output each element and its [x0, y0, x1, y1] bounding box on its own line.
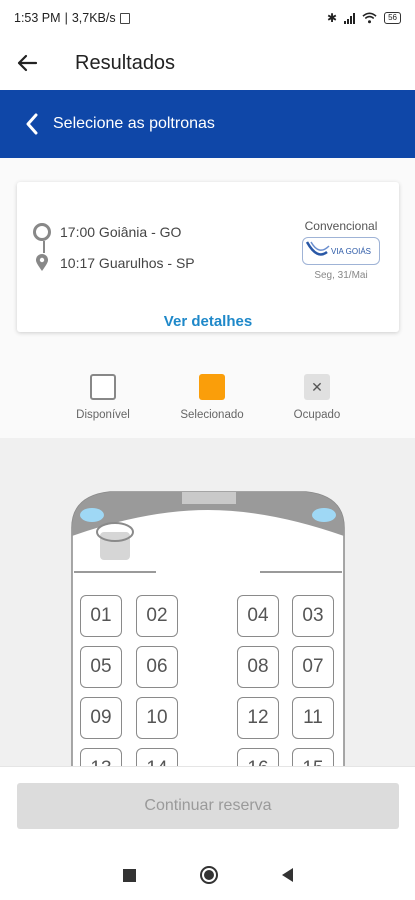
page-title: Resultados — [75, 51, 176, 74]
seat-06[interactable]: 06 — [136, 646, 178, 688]
status-network-speed: 3,7KB/s — [71, 11, 116, 25]
legend-occupied: ✕ Ocupado — [285, 374, 349, 421]
chevron-left-icon[interactable] — [12, 102, 52, 146]
circle-icon[interactable] — [199, 866, 218, 884]
step-title: Selecione as poltronas — [53, 115, 215, 132]
battery-icon: 56 — [384, 12, 401, 24]
trip-date: Seg, 31/Mai — [314, 270, 368, 281]
seat-08[interactable]: 08 — [237, 646, 279, 688]
seat-03[interactable]: 03 — [292, 595, 334, 637]
step-header: Selecione as poltronas — [0, 90, 415, 158]
seat-13[interactable]: 13 — [80, 748, 122, 766]
map-pin-icon — [33, 254, 51, 272]
trip-card: 17:00 Goiânia - GO 10:17 Guarulhos - SP … — [17, 182, 399, 332]
seat-16[interactable]: 16 — [237, 748, 279, 766]
triangle-back-icon[interactable] — [281, 868, 293, 882]
status-bar: 1:53 PM | 3,7KB/s ✱ 56 — [0, 0, 415, 36]
seat-01[interactable]: 01 — [80, 595, 122, 637]
seat-11[interactable]: 11 — [292, 697, 334, 739]
footer: Continuar reserva — [0, 766, 415, 850]
legend-selected: Selecionado — [173, 374, 251, 421]
selected-seat-icon — [199, 374, 225, 400]
bluetooth-icon: ✱ — [327, 11, 338, 25]
route-connector — [43, 241, 45, 253]
seat-12[interactable]: 12 — [237, 697, 279, 739]
company-logo: VIA GOIÁS — [302, 237, 380, 265]
seat-map-area[interactable]: 01 02 04 03 05 06 08 07 09 10 12 11 13 14 16 15 — [0, 438, 415, 766]
status-time: 1:53 PM — [14, 11, 61, 25]
available-seat-icon — [90, 374, 116, 400]
app-bar: Resultados — [0, 36, 415, 90]
seat-02[interactable]: 02 — [136, 595, 178, 637]
departure-row: 17:00 Goiânia - GO — [33, 223, 181, 241]
seat-09[interactable]: 09 — [80, 697, 122, 739]
legend-available: Disponível — [72, 374, 134, 421]
company-logo-text: VIA GOIÁS — [330, 246, 371, 256]
seat-legend: Disponível Selecionado ✕ Ocupado — [0, 374, 415, 434]
details-link[interactable]: Ver detalhes — [17, 313, 399, 330]
origin-circle-icon — [33, 223, 51, 241]
continue-reservation-button[interactable]: Continuar reserva — [17, 783, 399, 829]
departure-text: 17:00 Goiânia - GO — [60, 224, 182, 240]
seat-05[interactable]: 05 — [80, 646, 122, 688]
arrival-text: 10:17 Guarulhos - SP — [60, 255, 195, 271]
service-type: Convencional — [304, 219, 378, 233]
seat-10[interactable]: 10 — [136, 697, 178, 739]
notification-icon — [119, 12, 130, 24]
square-icon[interactable] — [122, 868, 136, 882]
arrival-row: 10:17 Guarulhos - SP — [33, 254, 195, 272]
seat-15[interactable]: 15 — [292, 748, 334, 766]
seat-04[interactable]: 04 — [237, 595, 279, 637]
system-nav-bar — [0, 850, 415, 900]
company-block: Convencional VIA GOIÁS Seg, 31/Mai — [299, 219, 383, 281]
arrow-left-icon[interactable] — [5, 41, 49, 85]
occupied-seat-icon: ✕ — [304, 374, 330, 400]
seat-14[interactable]: 14 — [136, 748, 178, 766]
seat-07[interactable]: 07 — [292, 646, 334, 688]
wifi-icon — [362, 12, 377, 24]
signal-icon — [344, 12, 356, 24]
trip-summary-section: 17:00 Goiânia - GO 10:17 Guarulhos - SP … — [0, 158, 415, 438]
